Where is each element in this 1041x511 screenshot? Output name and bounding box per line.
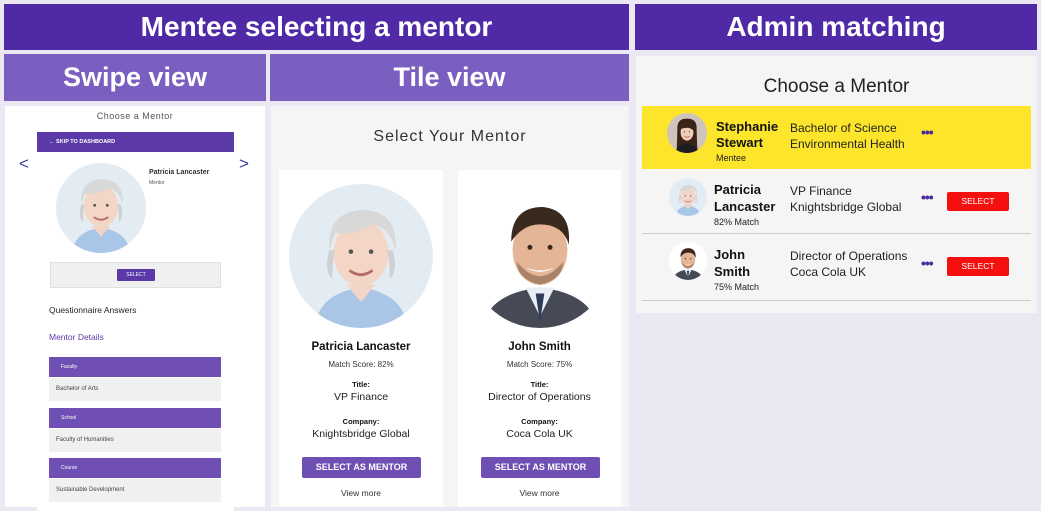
match-score: Match Score: 82% [328,360,394,369]
skip-to-dashboard-link[interactable]: ← SKIP TO DASHBOARD [37,132,234,152]
select-button[interactable]: SELECT [947,192,1009,211]
admin-matching-panel: Choose a Mentor Stephanie Stewart Mentee… [636,56,1037,313]
mentor-company: Coca Cola UK [790,265,867,279]
match-percentage: 75% Match [714,282,760,292]
swipe-page-title: Choose a Mentor [96,111,174,121]
match-score: Match Score: 75% [506,360,573,369]
match-percentage: 82% Match [714,217,760,227]
mentor-tile-card: John Smith Match Score: 75% Title: Direc… [458,170,621,507]
detail-heading-faculty: Faculty [49,357,221,377]
admin-matching-banner: Admin matching [635,4,1037,50]
mentor-match-row: Patricia Lancaster 82% Match VP Finance … [642,172,1031,234]
mentor-photo [56,163,146,253]
mentor-name-first: John [714,247,746,262]
view-more-link[interactable]: View more [458,488,621,498]
mentor-photo [289,184,433,328]
select-button[interactable]: SELECT [947,257,1009,276]
mentor-name: John Smith [508,341,571,353]
mentor-photo [468,184,612,328]
detail-value-course: Sustainable Development [49,479,221,502]
mentor-name: Patricia Lancaster [311,341,411,353]
mentor-title: Director of Operations [790,249,908,263]
more-options-icon[interactable]: ••• [921,124,934,140]
swipe-mentor-card: ← SKIP TO DASHBOARD Patricia Lancaster M… [37,132,234,511]
select-as-mentor-button[interactable]: SELECT AS MENTOR [302,457,421,478]
mentor-name-first: Patricia [714,182,761,197]
swipe-view-panel: Choose a Mentor < > ← SKIP TO DASHBOARD … [5,106,265,511]
detail-value-faculty: Bachelor of Arts [49,378,221,401]
mentor-name-last: Smith [714,264,751,279]
mentor-title: VP Finance [790,184,852,198]
mentee-selecting-banner: Mentee selecting a mentor [4,4,629,50]
mentor-role: Mentor [149,180,165,186]
mentee-degree: Bachelor of Science [790,121,897,135]
mentor-tile-card: Patricia Lancaster Match Score: 82% Titl… [279,170,443,507]
mentee-role: Mentee [716,153,747,163]
company-value: Knightsbridge Global [312,428,410,440]
more-options-icon[interactable]: ••• [921,189,934,205]
mentor-name: Patricia Lancaster [149,169,210,176]
title-value: Director of Operations [488,391,591,403]
avatar [667,113,707,153]
avatar [669,242,707,280]
tile-page-title: Select Your Mentor [373,128,527,145]
detail-heading-course: Course [49,458,221,478]
detail-heading-school: School [49,408,221,428]
tile-view-banner: Tile view [270,54,629,101]
company-label: Company: [342,417,380,426]
company-value: Coca Cola UK [506,428,573,440]
previous-arrow-icon[interactable]: < [19,154,29,174]
mentee-name-first: Stephanie [716,119,779,134]
view-more-link[interactable]: View more [279,488,443,498]
select-bar: SELECT [50,262,221,288]
mentor-name-last: Lancaster [714,199,776,214]
more-options-icon[interactable]: ••• [921,255,934,271]
next-arrow-icon[interactable]: > [239,154,249,174]
title-value: VP Finance [333,391,389,403]
avatar [669,178,707,216]
title-label: Title: [352,380,370,389]
mentor-details-heading[interactable]: Mentor Details [49,332,104,342]
admin-page-title: Choose a Mentor [763,76,910,97]
select-as-mentor-button[interactable]: SELECT AS MENTOR [481,457,600,478]
company-label: Company: [521,417,558,426]
tile-view-panel: Select Your Mentor Patricia Lancaster Ma… [271,106,629,507]
title-label: Title: [530,380,549,389]
detail-value-school: Faculty of Humanities [49,429,221,452]
mentee-name-last: Stewart [716,135,763,150]
select-button[interactable]: SELECT [117,269,155,281]
mentor-match-row: John Smith 75% Match Director of Operati… [642,237,1031,301]
swipe-view-banner: Swipe view [4,54,266,101]
mentor-company: Knightsbridge Global [790,200,902,214]
mentee-row: Stephanie Stewart Mentee Bachelor of Sci… [642,106,1031,169]
questionnaire-answers-link[interactable]: Questionnaire Answers [49,305,136,315]
mentee-major: Environmental Health [790,137,905,151]
